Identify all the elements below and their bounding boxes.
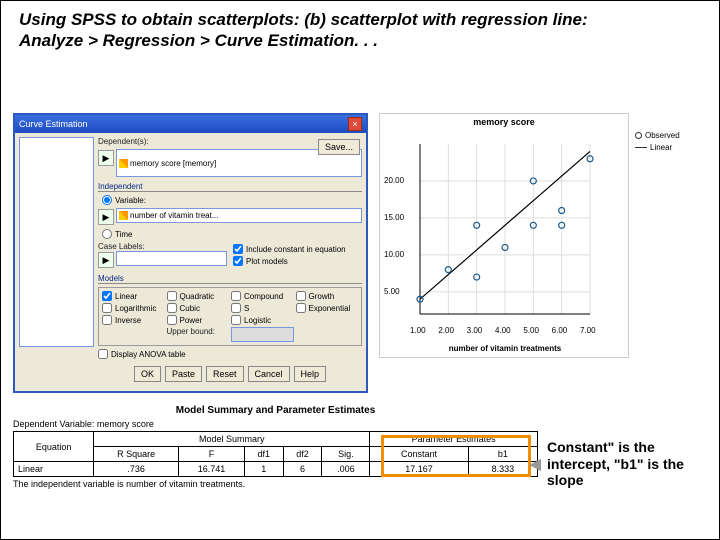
x-tick: 1.00 [410,326,426,335]
model-logarithmic[interactable]: Logarithmic [102,303,165,313]
model-compound[interactable]: Compound [231,291,294,301]
line-marker-icon [635,147,647,148]
y-tick: 20.00 [384,176,404,185]
col-equation: Equation [14,432,94,462]
col-f: F [179,447,245,462]
case-labels-label: Case Labels: [98,242,227,251]
model-quadratic[interactable]: Quadratic [167,291,230,301]
reset-button[interactable]: Reset [206,366,244,382]
group-model-summary: Model Summary [94,432,370,447]
results-table: Equation Model Summary Parameter Estimat… [13,431,538,477]
dep-value: memory score [memory] [130,159,216,168]
scatterplot-chart: memory score number of vitamin treatment… [379,113,629,358]
independent-time-radio[interactable]: Time [102,229,362,239]
model-linear[interactable]: Linear [102,291,165,301]
move-right-icon[interactable]: ▶ [98,209,114,225]
move-right-icon[interactable]: ▶ [98,150,114,166]
model-exponential[interactable]: Exponential [296,303,359,313]
dialog-titlebar: Curve Estimation × [15,115,366,133]
col-b1: b1 [468,447,537,462]
x-tick: 6.00 [552,326,568,335]
x-tick: 7.00 [580,326,596,335]
x-tick: 4.00 [495,326,511,335]
table-row: Linear .736 16.741 1 6 .006 17.167 8.333 [14,462,538,477]
plot-models-checkbox[interactable]: Plot models [233,256,362,266]
model-growth[interactable]: Growth [296,291,359,301]
case-labels-field[interactable] [116,251,227,266]
col-df1: df1 [244,447,283,462]
ind-value: number of vitamin treat... [130,211,218,220]
independent-field[interactable]: number of vitamin treat... [116,208,362,223]
output-table: Model Summary and Parameter Estimates De… [13,405,538,491]
scale-icon [119,159,128,168]
circle-marker-icon [635,132,642,139]
model-s[interactable]: S [231,303,294,313]
col-constant: Constant [370,447,469,462]
slide-title: Using SPSS to obtain scatterplots: (b) s… [1,1,719,60]
upper-bound-label: Upper bound: [167,327,230,342]
y-tick: 5.00 [384,287,400,296]
help-button[interactable]: Help [294,366,327,382]
model-inverse[interactable]: Inverse [102,315,165,325]
x-tick: 2.00 [438,326,454,335]
dialog-title: Curve Estimation [19,119,88,129]
chart-legend: Observed Linear [635,131,680,155]
independent-variable-radio[interactable]: Variable: [102,195,362,205]
legend-observed: Observed [635,131,680,140]
scale-icon [119,211,128,220]
y-tick: 10.00 [384,250,404,259]
group-param-estimates: Parameter Estimates [370,432,538,447]
plot-area [410,134,600,324]
variable-list[interactable] [19,137,94,347]
dependent-variable-label: Dependent Variable: memory score [13,419,538,429]
cancel-button[interactable]: Cancel [248,366,290,382]
table-footer: The independent variable is number of vi… [13,479,538,489]
paste-button[interactable]: Paste [165,366,202,382]
col-sig: Sig. [322,447,370,462]
model-power[interactable]: Power [167,315,230,325]
x-tick: 5.00 [523,326,539,335]
models-group: Linear Quadratic Compound Growth Logarit… [98,287,362,346]
chart-title: memory score [380,114,628,130]
col-rsquare: R Square [94,447,179,462]
x-axis-title: number of vitamin treatments [380,344,630,353]
upper-bound-field [231,327,294,342]
callout-note: Constant" is the intercept, "b1" is the … [541,419,709,509]
x-tick: 3.00 [467,326,483,335]
model-logistic[interactable]: Logistic [231,315,294,325]
model-cubic[interactable]: Cubic [167,303,230,313]
ok-button[interactable]: OK [134,366,161,382]
curve-estimation-dialog: Curve Estimation × Save... Dependent(s):… [13,113,368,393]
col-df2: df2 [283,447,322,462]
legend-linear: Linear [635,143,680,152]
independent-label: Independent [98,182,362,192]
y-tick: 15.00 [384,213,404,222]
table-title: Model Summary and Parameter Estimates [13,405,538,416]
models-label: Models [98,274,362,284]
title-line1: Using SPSS to obtain scatterplots: (b) s… [19,10,588,29]
display-anova-checkbox[interactable]: Display ANOVA table [98,349,362,359]
include-constant-checkbox[interactable]: Include constant in equation [233,244,362,254]
close-icon[interactable]: × [348,117,362,131]
dialog-buttons: OK Paste Reset Cancel Help [98,366,362,382]
move-right-icon[interactable]: ▶ [98,252,114,268]
save-button[interactable]: Save... [318,139,360,155]
title-line2: Analyze > Regression > Curve Estimation.… [19,31,378,50]
